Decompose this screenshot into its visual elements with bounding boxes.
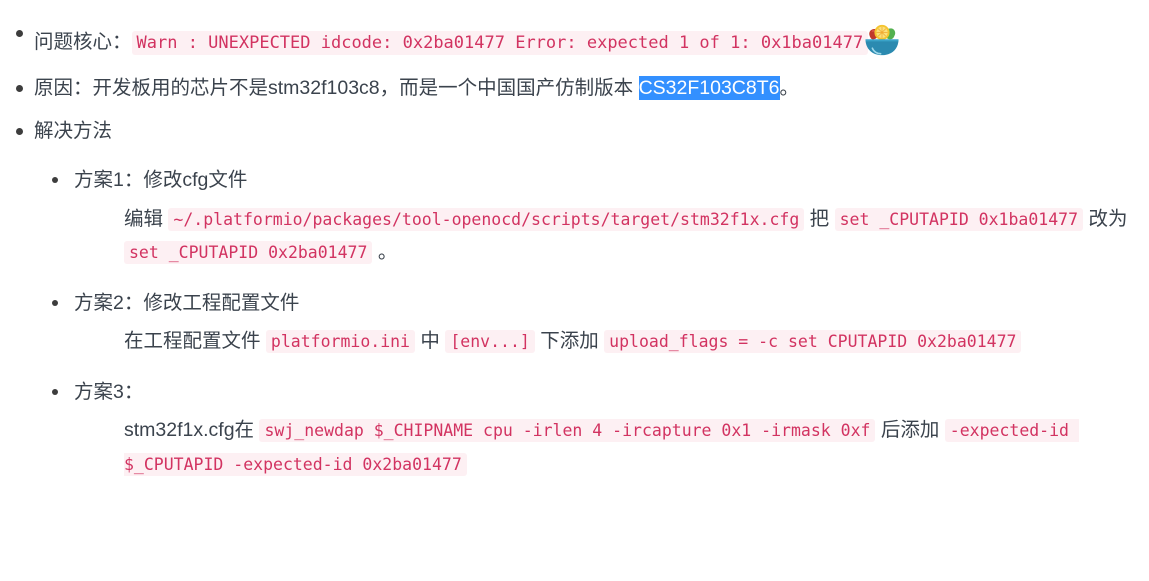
solutions-sublist: 方案1：修改cfg文件 编辑 ~/.platformio/packages/to… <box>38 165 1149 481</box>
platformio-ini-code: platformio.ini <box>265 330 415 354</box>
solution-1-text-3: 改为 <box>1083 207 1128 230</box>
solution-3-text-1: stm32f1x.cfg在 <box>124 419 260 442</box>
bullet-marker-icon <box>52 388 58 395</box>
bullet-marker-icon <box>16 127 23 135</box>
cputapid-new-code: set _CPUTAPID 0x2ba01477 <box>124 241 373 265</box>
solution-1-text-4: 。 <box>372 241 398 264</box>
swj-newdap-code: swj_newdap $_CHIPNAME cpu -irlen 4 -irca… <box>259 419 876 443</box>
list-item-solution-2: 方案2：修改工程配置文件 在工程配置文件 platformio.ini 中 [e… <box>38 288 1149 359</box>
cputapid-old-code: set _CPUTAPID 0x1ba01477 <box>834 207 1084 231</box>
list-item-problem-core: 问题核心： Warn : UNEXPECTED idcode: 0x2ba0147… <box>0 18 1149 62</box>
list-item-cause: 原因：开发板用的芯片不是stm32f103c8，而是一个中国国产仿制版本 CS3… <box>0 73 1149 105</box>
bullet-marker-icon <box>16 85 23 93</box>
list-item-solution-3: 方案3： stm32f1x.cfg在 swj_newdap $_CHIPNAME… <box>38 377 1149 482</box>
markdown-document: 问题核心： Warn : UNEXPECTED idcode: 0x2ba0147… <box>0 0 1149 482</box>
salad-bowl-emoji <box>860 18 904 62</box>
solution-1-text-2: 把 <box>804 207 835 230</box>
bullet-marker-icon <box>52 299 58 306</box>
solution-1-body: 编辑 ~/.platformio/packages/tool-openocd/s… <box>74 203 1149 270</box>
cause-text-before: 原因：开发板用的芯片不是stm32f103c8，而是一个中国国产仿制版本 <box>34 77 639 99</box>
solution-3-text-2: 后添加 <box>875 419 945 442</box>
cause-text-after: 。 <box>779 77 800 99</box>
solution-notes-list: 问题核心： Warn : UNEXPECTED idcode: 0x2ba0147… <box>0 18 1149 482</box>
solutions-heading: 解决方法 <box>34 119 113 142</box>
solution-2-body: 在工程配置文件 platformio.ini 中 [env...] 下添加 up… <box>74 325 1149 359</box>
solution-2-text-3: 下添加 <box>534 330 605 353</box>
problem-core-label: 问题核心： <box>34 31 132 53</box>
list-item-solution-1: 方案1：修改cfg文件 编辑 ~/.platformio/packages/to… <box>38 165 1149 270</box>
env-section-code: [env...] <box>445 330 535 354</box>
solution-1-heading: 方案1：修改cfg文件 <box>74 169 248 192</box>
solution-2-text-2: 中 <box>415 330 446 353</box>
upload-flags-code: upload_flags = -c set CPUTAPID 0x2ba0147… <box>604 330 1022 354</box>
solution-3-heading: 方案3： <box>74 380 144 403</box>
list-item-solutions: 解决方法 <box>0 116 1149 148</box>
solution-2-heading: 方案2：修改工程配置文件 <box>74 291 300 314</box>
bullet-marker-icon <box>52 177 58 184</box>
solution-3-body: stm32f1x.cfg在 swj_newdap $_CHIPNAME cpu … <box>74 414 1149 481</box>
solution-1-text-1: 编辑 <box>124 207 169 230</box>
error-message-code: Warn : UNEXPECTED idcode: 0x2ba01477 Err… <box>131 31 869 55</box>
openocd-cfg-path-code: ~/.platformio/packages/tool-openocd/scri… <box>168 207 805 231</box>
solution-2-text-1: 在工程配置文件 <box>124 330 266 353</box>
bullet-marker-icon <box>16 30 23 38</box>
selected-chip-name[interactable]: CS32F103C8T6 <box>638 76 780 100</box>
